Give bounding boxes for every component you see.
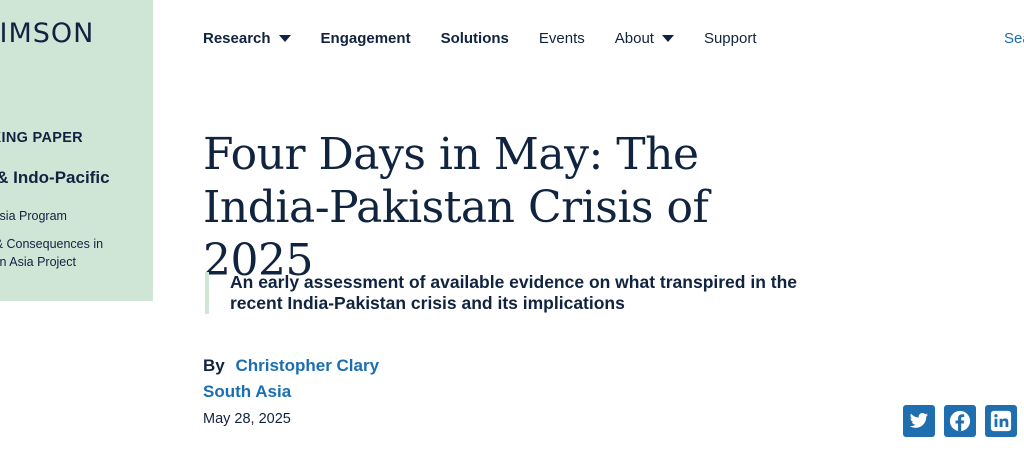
linkedin-share-button[interactable] bbox=[985, 405, 1017, 437]
nav-events[interactable]: Events bbox=[539, 30, 585, 47]
article-title: Four Days in May: The India-Pakistan Cri… bbox=[203, 129, 709, 286]
region-link[interactable]: a & Indo-Pacific bbox=[0, 168, 110, 188]
share-buttons bbox=[903, 405, 1024, 437]
by-label: By bbox=[203, 356, 225, 375]
stimson-logo[interactable]: TIMSON bbox=[0, 18, 94, 49]
caret-down-icon bbox=[278, 34, 291, 42]
nav-research-label: Research bbox=[203, 29, 271, 47]
article-subtitle: An early assessment of available evidenc… bbox=[230, 272, 798, 313]
nav-solutions[interactable]: Solutions bbox=[441, 30, 509, 47]
nav-support[interactable]: Support bbox=[704, 30, 757, 47]
byline: By Christopher Clary bbox=[203, 356, 379, 376]
program-link[interactable]: th Asia Program bbox=[0, 207, 123, 225]
nav-support-label: Support bbox=[703, 29, 757, 47]
publication-type: RKING PAPER bbox=[0, 130, 83, 146]
facebook-share-button[interactable] bbox=[944, 405, 976, 437]
nav-research[interactable]: Research bbox=[203, 30, 291, 47]
nav-solutions-label: Solutions bbox=[440, 29, 509, 47]
publish-date: May 28, 2025 bbox=[203, 411, 291, 427]
twitter-icon bbox=[909, 413, 929, 428]
project-link[interactable]: es & Consequences in thern Asia Project bbox=[0, 235, 123, 271]
nav-engagement-label: Engagement bbox=[320, 29, 411, 47]
linkedin-icon bbox=[990, 410, 1012, 432]
nav-engagement[interactable]: Engagement bbox=[321, 30, 411, 47]
twitter-share-button[interactable] bbox=[903, 405, 935, 437]
facebook-icon bbox=[949, 410, 971, 432]
nav-about-label: About bbox=[614, 29, 654, 47]
author-link[interactable]: Christopher Clary bbox=[235, 356, 379, 375]
program-sidebar: TIMSON RKING PAPER a & Indo-Pacific th A… bbox=[0, 0, 153, 301]
search-link[interactable]: Sea bbox=[1004, 30, 1024, 47]
logo-text: TIMSON bbox=[0, 18, 95, 49]
caret-down-icon bbox=[661, 34, 674, 42]
topic-link[interactable]: South Asia bbox=[203, 382, 291, 402]
nav-about[interactable]: About bbox=[615, 30, 674, 47]
main-nav: Research Engagement Solutions Events Abo… bbox=[203, 27, 787, 49]
article-subtitle-block: An early assessment of available evidenc… bbox=[205, 272, 850, 314]
nav-events-label: Events bbox=[538, 29, 585, 47]
